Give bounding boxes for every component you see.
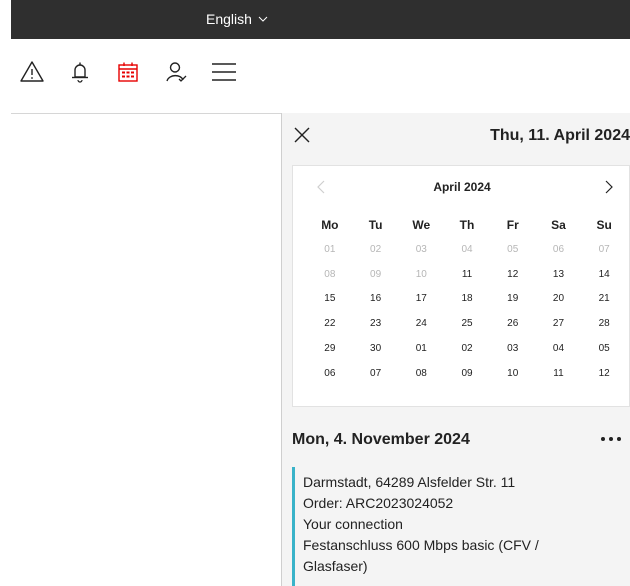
calendar-week: 08 09 10 11 12 13 14 [307,262,627,287]
header-icon-bar [17,57,257,87]
calendar-day[interactable]: 15 [307,293,353,304]
weekday-label: Fr [506,218,519,232]
calendar-day[interactable]: 23 [353,318,399,329]
warning-icon [20,61,44,82]
calendar-day[interactable]: 24 [398,318,444,329]
divider [11,113,281,114]
calendar-day-disabled: 03 [415,243,427,255]
calendar-day[interactable]: 11 [444,269,490,280]
calendar-day[interactable]: 20 [536,293,582,304]
calendar-day[interactable]: 12 [581,368,627,379]
calendar-day[interactable]: 18 [444,293,490,304]
menu-icon [212,63,236,81]
calendar-grid: Mo Tu We Th Fr Sa Su 01 02 03 04 05 06 0… [307,213,627,386]
language-selector[interactable]: English [206,11,268,27]
calendar-day-disabled: 02 [370,243,382,255]
calendar-week: 29 30 01 02 03 04 05 [307,336,627,361]
calendar-day[interactable]: 02 [444,343,490,354]
calendar-day[interactable]: 11 [536,368,582,379]
notifications-button[interactable] [65,57,95,87]
calendar-day[interactable]: 19 [490,293,536,304]
calendar-day[interactable]: 04 [536,343,582,354]
calendar-day[interactable]: 21 [581,293,627,304]
calendar-day-disabled: 06 [552,243,565,255]
connection-label: Your connection [303,516,403,532]
user-icon [166,62,187,82]
calendar-day[interactable]: 07 [353,368,399,379]
calendar-day[interactable]: 06 [307,368,353,379]
more-options-icon[interactable] [601,432,625,446]
calendar-day[interactable]: 22 [307,318,353,329]
calendar-day[interactable]: 13 [536,269,582,280]
date-picker: April 2024 Mo Tu We Th Fr Sa Su 01 02 03… [292,165,630,407]
calendar-day-disabled: 05 [507,243,519,255]
calendar-day[interactable]: 27 [536,318,582,329]
calendar-day[interactable]: 30 [353,343,399,354]
calendar-day-disabled: 07 [598,243,610,255]
dot [617,437,621,441]
calendar-day[interactable]: 25 [444,318,490,329]
calendar-day[interactable]: 16 [353,293,399,304]
close-icon[interactable] [292,125,312,145]
calendar-week: 22 23 24 25 26 27 28 [307,311,627,336]
calendar-day[interactable]: 05 [581,343,627,354]
calendar-day[interactable]: 28 [581,318,627,329]
product-name-continued: Glasfaser) [303,558,368,574]
product-name: Festanschluss 600 Mbps basic (CFV / [303,537,539,553]
calendar-day[interactable]: 10 [490,368,536,379]
calendar-day[interactable]: 01 [398,343,444,354]
calendar-day[interactable]: 12 [490,269,536,280]
account-button[interactable] [161,57,191,87]
calendar-day-disabled: 10 [415,268,427,280]
language-label: English [206,11,252,27]
calendar-day-disabled: 01 [324,243,336,255]
weekday-label: Su [596,218,612,232]
calendar-day[interactable]: 14 [581,269,627,280]
appointment-date-heading: Mon, 4. November 2024 [292,431,470,448]
calendar-month-label: April 2024 [433,180,491,194]
weekday-header: Mo Tu We Th Fr Sa Su [307,213,627,237]
calendar-week: 15 16 17 18 19 20 21 [307,287,627,312]
appointment-card[interactable]: Darmstadt, 64289 Alsfelder Str. 11 Order… [292,467,630,586]
order-number: Order: ARC2023024052 [303,495,454,511]
calendar-day[interactable]: 29 [307,343,353,354]
calendar-day-disabled: 08 [324,268,336,280]
weekday-label: We [412,218,431,232]
page: English Thu, 11. April 2024 April 2024 M… [0,0,630,586]
calendar-week: 01 02 03 04 05 06 07 [307,237,627,262]
menu-button[interactable] [209,57,239,87]
order-address: Darmstadt, 64289 Alsfelder Str. 11 [303,474,516,490]
calendar-icon [118,62,138,82]
calendar-day[interactable]: 09 [444,368,490,379]
warning-button[interactable] [17,57,47,87]
weekday-label: Tu [368,218,383,232]
calendar-button[interactable] [113,57,143,87]
dot [609,437,613,441]
calendar-day[interactable]: 08 [398,368,444,379]
top-bar: English [11,0,630,39]
calendar-week: 06 07 08 09 10 11 12 [307,361,627,386]
calendar-day-disabled: 09 [370,268,382,280]
weekday-label: Mo [321,218,339,232]
chevron-down-icon [258,16,268,22]
panel-title: Thu, 11. April 2024 [490,127,630,144]
weekday-label: Th [459,218,475,232]
bell-icon [72,62,88,83]
weekday-label: Sa [551,218,566,232]
calendar-day[interactable]: 03 [490,343,536,354]
calendar-day[interactable]: 26 [490,318,536,329]
calendar-day-disabled: 04 [461,243,473,255]
next-month-icon[interactable] [601,180,615,194]
calendar-day[interactable]: 17 [398,293,444,304]
dot [601,437,605,441]
